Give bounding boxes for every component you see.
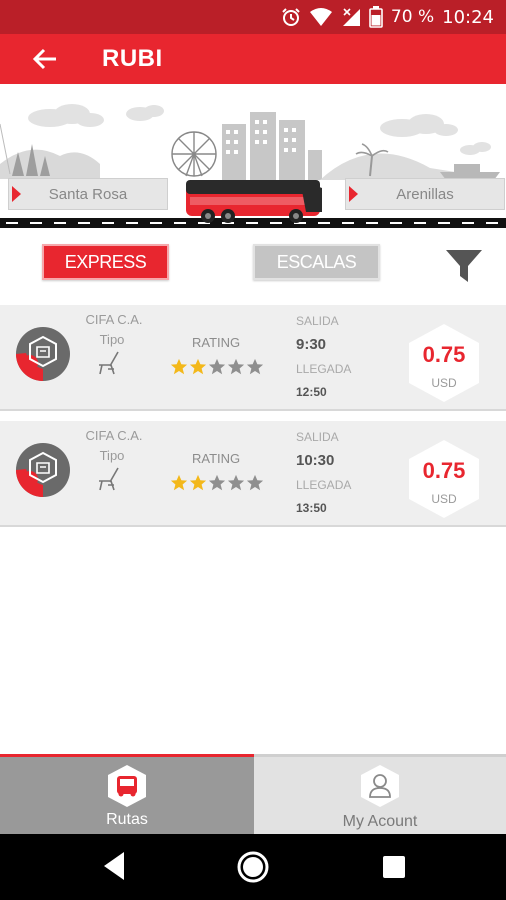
recents-square-icon[interactable] (381, 854, 407, 880)
express-button[interactable]: EXPRESS (42, 244, 169, 280)
destination-city-field[interactable]: Arenillas (345, 178, 505, 210)
chevron-right-icon (9, 179, 25, 209)
bus-illustration (186, 180, 322, 223)
wifi-icon (309, 8, 332, 26)
arrival-time: 12:50 (296, 385, 327, 399)
price-value: 0.75 (422, 458, 466, 483)
back-triangle-icon[interactable] (100, 850, 128, 882)
arrival-label: LLEGADA (296, 362, 352, 376)
trip-card[interactable]: CIFA C.A. Tipo RATING SALIDA 9:30 LLEGAD… (0, 305, 506, 411)
star-filled-icon (170, 358, 188, 375)
status-bar: 70 % 10:24 (0, 0, 506, 34)
battery-icon (369, 6, 383, 28)
price-currency: USD (431, 492, 457, 506)
star-rating (170, 474, 264, 492)
price-value: 0.75 (422, 342, 466, 367)
company-logo-icon (16, 327, 70, 381)
star-empty-icon (246, 474, 264, 491)
city-skyline-illustration (0, 104, 506, 228)
tab-rutas[interactable]: Rutas (0, 754, 254, 834)
star-empty-icon (227, 474, 245, 491)
back-button[interactable] (0, 34, 90, 84)
company-name: CIFA C.A. (85, 312, 143, 327)
star-empty-icon (208, 358, 226, 375)
origin-city-field[interactable]: Santa Rosa (8, 178, 168, 210)
reclining-seat-icon (99, 467, 119, 491)
tab-my-account[interactable]: My Acount (254, 754, 506, 834)
tab-rutas-label: Rutas (106, 811, 148, 828)
page-title: RUBI (102, 45, 163, 72)
tipo-label: Tipo (99, 332, 125, 347)
app-bar: RUBI (0, 34, 506, 84)
departure-time: 9:30 (296, 336, 327, 353)
departure-label: SALIDA (296, 314, 339, 328)
funnel-icon[interactable] (444, 248, 484, 286)
system-navigation-bar (0, 834, 506, 900)
rating-label: RATING (192, 335, 241, 350)
route-hero: Santa Rosa Arenillas (0, 84, 506, 234)
escalas-button[interactable]: ESCALAS (253, 244, 380, 280)
bottom-navigation: Rutas My Acount (0, 754, 506, 834)
origin-city-label: Santa Rosa (48, 185, 128, 203)
star-filled-icon (189, 358, 207, 375)
tab-my-account-label: My Acount (342, 813, 418, 830)
departure-label: SALIDA (296, 430, 339, 444)
signal-icon (342, 8, 360, 26)
departure-time: 10:30 (296, 452, 335, 469)
destination-city-label: Arenillas (396, 185, 454, 203)
arrival-label: LLEGADA (296, 478, 352, 492)
tipo-label: Tipo (99, 448, 125, 463)
rating-label: RATING (192, 451, 241, 466)
star-empty-icon (208, 474, 226, 491)
home-circle-icon[interactable] (236, 850, 270, 884)
arrow-left-icon (32, 48, 56, 70)
bus-icon (108, 765, 146, 807)
star-filled-icon (170, 474, 188, 491)
company-logo-icon (16, 443, 70, 497)
star-empty-icon (246, 358, 264, 375)
filter-bar: EXPRESS ESCALAS (0, 244, 506, 288)
company-name: CIFA C.A. (85, 428, 143, 443)
battery-level: 70 % (390, 7, 435, 27)
star-filled-icon (189, 474, 207, 491)
price-currency: USD (431, 376, 457, 390)
reclining-seat-icon (99, 351, 119, 375)
star-rating (170, 358, 264, 376)
chevron-right-icon (346, 179, 362, 209)
clock: 10:24 (442, 6, 494, 28)
trip-card[interactable]: CIFA C.A. Tipo RATING SALIDA 10:30 LLEGA… (0, 421, 506, 527)
arrival-time: 13:50 (296, 501, 327, 515)
user-icon (361, 765, 399, 807)
alarm-icon (282, 8, 300, 26)
app-screen: 70 % 10:24 RUBI Santa Rosa Arenillas EXP… (0, 0, 506, 900)
star-empty-icon (227, 358, 245, 375)
